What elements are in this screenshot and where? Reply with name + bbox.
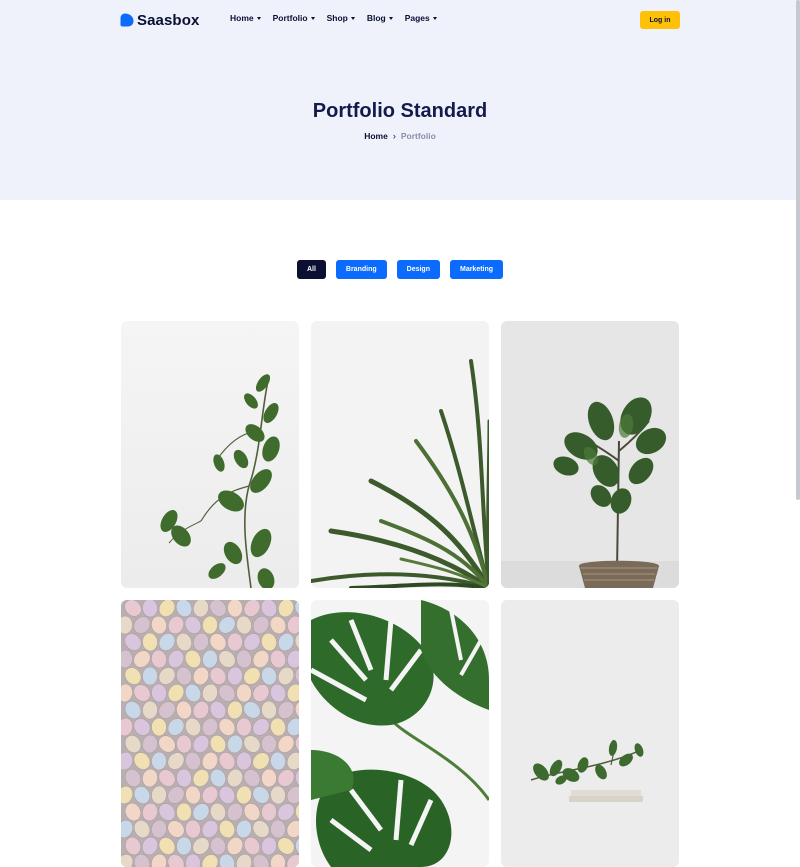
brand-name: Saasbox <box>137 11 200 29</box>
nav-item-shop[interactable]: Shop <box>327 13 355 23</box>
filter-all-button[interactable]: All <box>296 260 326 279</box>
filter-design-button[interactable]: Design <box>396 260 440 279</box>
portfolio-item[interactable] <box>121 321 299 588</box>
chevron-right-icon: › <box>392 131 396 141</box>
portfolio-item[interactable] <box>501 321 679 588</box>
eucalyptus-branch-photo <box>121 321 299 588</box>
portfolio-item[interactable] <box>501 600 679 867</box>
caret-down-icon <box>256 16 261 20</box>
filter-marketing-button[interactable]: Marketing <box>449 260 504 279</box>
spiky-plant-leaves-photo <box>311 321 489 588</box>
nav-item-label: Blog <box>366 13 386 23</box>
portfolio-item[interactable] <box>121 600 299 867</box>
portfolio-grid <box>121 321 679 867</box>
breadcrumb: Home › Portfolio <box>0 131 800 141</box>
site-header: Saasbox Home Portfolio Shop Blog Pages L… <box>120 8 680 32</box>
speckled-pastel-eggs-photo <box>121 600 299 867</box>
page-title: Portfolio Standard <box>312 100 488 122</box>
nav-item-pages[interactable]: Pages <box>405 13 437 23</box>
portfolio-item[interactable] <box>311 600 489 867</box>
main-nav: Home Portfolio Shop Blog Pages <box>230 13 437 23</box>
login-button[interactable]: Log in <box>640 11 680 29</box>
brand-logo[interactable]: Saasbox <box>120 10 199 30</box>
monstera-leaves-photo <box>311 600 489 867</box>
page-hero: Saasbox Home Portfolio Shop Blog Pages L… <box>0 0 800 200</box>
portfolio-item[interactable] <box>311 321 489 588</box>
branch-on-books-photo <box>501 600 679 867</box>
nav-item-portfolio[interactable]: Portfolio <box>273 13 315 23</box>
nav-item-blog[interactable]: Blog <box>367 13 393 23</box>
caret-down-icon <box>350 16 355 20</box>
filter-branding-button[interactable]: Branding <box>335 260 387 279</box>
nav-item-label: Home <box>230 13 254 23</box>
breadcrumb-home-link[interactable]: Home <box>364 131 388 141</box>
page-scrollbar[interactable] <box>796 0 800 500</box>
caret-down-icon <box>388 16 393 20</box>
nav-item-label: Pages <box>404 13 430 23</box>
nav-item-label: Shop <box>326 13 348 23</box>
breadcrumb-current: Portfolio <box>400 131 436 141</box>
nav-item-label: Portfolio <box>272 13 308 23</box>
caret-down-icon <box>432 16 437 20</box>
caret-down-icon <box>310 16 315 20</box>
potted-fig-tree-photo <box>501 321 679 588</box>
saasbox-logo-icon <box>120 13 134 27</box>
portfolio-filters: All Branding Design Marketing <box>0 260 800 279</box>
nav-item-home[interactable]: Home <box>230 13 261 23</box>
